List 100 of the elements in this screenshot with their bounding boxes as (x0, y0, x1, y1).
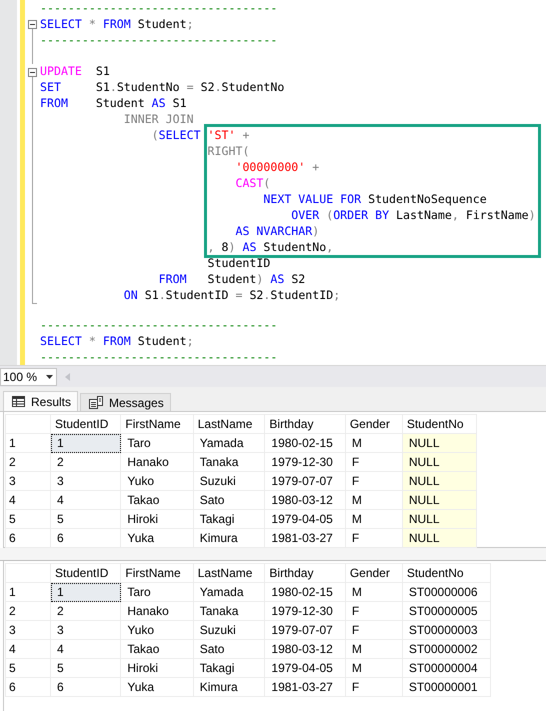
code-line: CAST( (234, 174, 272, 191)
code-line: NEXT VALUE FOR StudentNoSequence (262, 190, 488, 207)
table-cell: Takagi (193, 658, 265, 678)
table-cell: NULL (402, 434, 476, 452)
table-cell: Sato (193, 640, 265, 658)
column-header[interactable]: Gender (345, 564, 402, 582)
column-header[interactable]: FirstName (120, 414, 194, 434)
table-cell: 3 (50, 472, 121, 490)
code-line: UPDATE S1 (40, 62, 111, 79)
grid-icon (12, 396, 25, 407)
table-cell: Takao (120, 640, 194, 658)
table-cell: ST00000001 (402, 678, 490, 696)
table-cell: 1 (50, 582, 121, 602)
table-cell: NULL (402, 528, 476, 548)
table-cell: ST00000004 (402, 658, 490, 678)
table-cell: Hiroki (120, 510, 194, 528)
code-line: INNER JOIN (122, 110, 195, 127)
table-cell: Yuka (120, 528, 194, 548)
table-cell: F (345, 620, 402, 640)
table-cell: ST00000003 (402, 620, 490, 640)
table-cell: Yamada (193, 434, 265, 452)
table-cell: Hiroki (120, 658, 194, 678)
table-cell: 2 (50, 602, 121, 620)
column-header[interactable]: StudentNo (402, 414, 476, 434)
code-line: 'ST' + (208, 126, 250, 143)
table-cell: Yuko (120, 472, 194, 490)
table-cell: M (345, 434, 402, 452)
table-cell: M (345, 510, 402, 528)
table-cell: Hanako (120, 452, 194, 472)
table-cell: Tanaka (193, 452, 265, 472)
column-header[interactable]: Birthday (264, 564, 346, 582)
table-cell: 1979-04-05 (264, 510, 346, 528)
column-header[interactable]: Gender (345, 414, 402, 434)
column-header[interactable]: LastName (193, 564, 265, 582)
code-line: SELECT * FROM Student; (40, 16, 195, 32)
table-cell: F (345, 472, 402, 490)
table-cell: M (345, 640, 402, 658)
table-cell: Kimura (193, 678, 265, 696)
table-cell: Sato (193, 490, 265, 510)
document-icon (89, 396, 104, 409)
column-header[interactable]: LastName (193, 414, 265, 434)
row-number: 6 (6, 678, 50, 696)
table-cell: Tanaka (193, 602, 265, 620)
table-cell: 1980-02-15 (264, 434, 346, 452)
column-header[interactable]: StudentID (50, 564, 121, 582)
table-cell: Suzuki (193, 472, 265, 490)
collapse-icon[interactable] (28, 68, 37, 76)
table-cell: 1979-07-07 (264, 620, 346, 640)
table-cell: Taro (120, 582, 194, 602)
table-cell: F (345, 452, 402, 472)
code-line: StudentID (206, 254, 272, 271)
code-line: FROM Student AS S1 (40, 94, 188, 111)
table-cell: 6 (50, 678, 121, 696)
results-tab[interactable]: Results (3, 391, 78, 411)
table-cell: 3 (50, 620, 121, 640)
results-tab[interactable]: Messages (80, 393, 171, 411)
table-cell: NULL (402, 452, 476, 472)
column-header[interactable]: StudentID (50, 414, 121, 434)
table-cell: F (345, 528, 402, 548)
collapse-icon[interactable] (28, 20, 37, 29)
zoom-value: 100 % (3, 370, 38, 384)
table-cell: Hanako (120, 602, 194, 620)
table-cell: 1979-12-30 (264, 602, 346, 620)
zoom-dropdown[interactable]: 100 % (0, 368, 57, 386)
code-line: OVER (ORDER BY LastName, FirstName) (290, 206, 536, 223)
table-cell: Suzuki (193, 620, 265, 640)
code-line: '00000000' + (234, 158, 320, 175)
code-line: SELECT * FROM Student; (40, 333, 195, 350)
table-cell: Takagi (193, 510, 265, 528)
code-line: ---------------------------------- (40, 317, 278, 334)
column-header[interactable]: FirstName (120, 564, 194, 582)
table-cell: 4 (50, 640, 121, 658)
table-cell: NULL (402, 472, 476, 490)
table-cell: Takao (120, 490, 194, 510)
code-line: (SELECT (150, 126, 202, 143)
code-line: ---------------------------------- (40, 32, 278, 48)
table-cell: 1979-12-30 (264, 452, 346, 472)
table-cell: NULL (402, 490, 476, 510)
table-cell: 4 (50, 490, 121, 510)
table-cell: ST00000006 (402, 582, 490, 602)
column-header[interactable]: StudentNo (402, 564, 490, 582)
table-cell: ST00000002 (402, 640, 490, 658)
table-cell: NULL (402, 510, 476, 528)
table-cell: M (345, 582, 402, 602)
code-line: , 8) AS StudentNo, (208, 238, 334, 255)
table-cell: 6 (50, 528, 121, 548)
table-cell: 1980-02-15 (264, 582, 346, 602)
caret-icon (46, 374, 53, 379)
column-header[interactable]: Birthday (264, 414, 346, 434)
code-line: RIGHT( (208, 142, 250, 159)
table-cell: 1979-07-07 (264, 472, 346, 490)
table-cell: Yuko (120, 620, 194, 640)
table-cell: Taro (120, 434, 194, 452)
table-cell: ST00000005 (402, 602, 490, 620)
table-cell: 5 (50, 510, 121, 528)
code-line: ---------------------------------- (40, 349, 278, 366)
table-cell: 5 (50, 658, 121, 678)
table-cell: 1979-04-05 (264, 658, 346, 678)
table-cell: Yuka (120, 678, 194, 696)
row-header-corner (6, 414, 50, 434)
